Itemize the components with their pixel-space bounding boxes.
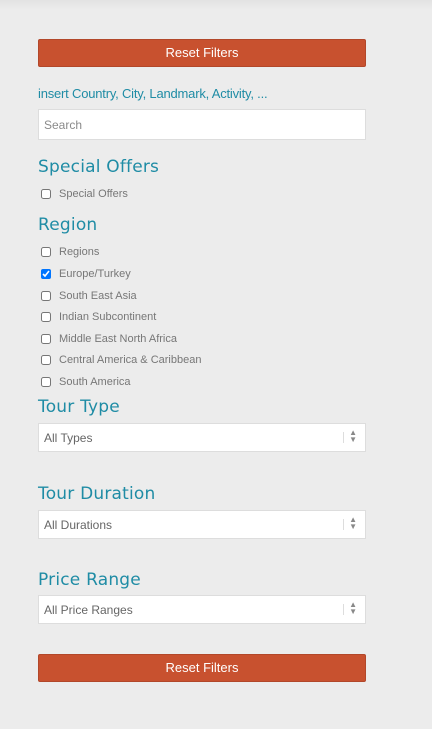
checkbox-central-america-caribbean[interactable]: Central America & Caribbean bbox=[38, 350, 366, 372]
tour-type-title: Tour Type bbox=[38, 396, 120, 417]
checkbox-indian-subcontinent[interactable]: Indian Subcontinent bbox=[38, 306, 366, 328]
special-offers-title: Special Offers bbox=[38, 157, 160, 177]
special-offers-checkbox[interactable] bbox=[41, 188, 51, 199]
select-divider bbox=[343, 603, 344, 615]
checkbox-label: Middle East North Africa bbox=[59, 332, 177, 345]
region-title: Region bbox=[38, 214, 98, 235]
south-east-asia-checkbox[interactable] bbox=[41, 290, 51, 301]
tour-type-value: All Types bbox=[44, 430, 93, 445]
select-arrows-icon: ▲ ▼ bbox=[349, 599, 357, 616]
tour-duration-value: All Durations bbox=[44, 517, 113, 532]
checkbox-label: Central America & Caribbean bbox=[59, 354, 202, 367]
checkbox-south-america[interactable]: South America bbox=[38, 371, 366, 393]
special-offers-list: Special Offers bbox=[38, 183, 366, 205]
indian-subcontinent-checkbox[interactable] bbox=[41, 312, 51, 323]
tour-duration-title: Tour Duration bbox=[38, 483, 156, 504]
tour-duration-select[interactable]: All Durations ▲ ▼ bbox=[38, 509, 366, 539]
checkbox-label: Europe/Turkey bbox=[59, 267, 131, 280]
reset-filters-button-top[interactable]: Reset Filters bbox=[38, 39, 366, 67]
price-range-title: Price Range bbox=[38, 569, 141, 590]
region-list: Regions Europe/Turkey South East Asia In… bbox=[38, 242, 366, 393]
checkbox-middle-east-north-africa[interactable]: Middle East North Africa bbox=[38, 328, 366, 350]
filter-panel: Reset Filters insert Country, City, Land… bbox=[38, 39, 366, 682]
select-arrows-icon: ▲ ▼ bbox=[349, 427, 357, 444]
checkbox-label: Regions bbox=[59, 246, 100, 259]
checkbox-label: South East Asia bbox=[59, 289, 137, 302]
checkbox-label: Special Offers bbox=[59, 187, 128, 200]
south-america-checkbox[interactable] bbox=[41, 376, 51, 387]
checkbox-label: Indian Subcontinent bbox=[59, 311, 157, 324]
select-arrows-icon: ▲ ▼ bbox=[349, 514, 357, 531]
central-america-caribbean-checkbox[interactable] bbox=[41, 355, 51, 366]
checkbox-label: South America bbox=[59, 375, 131, 388]
search-input[interactable] bbox=[38, 109, 366, 140]
regions-checkbox[interactable] bbox=[41, 247, 51, 258]
reset-filters-button-bottom[interactable]: Reset Filters bbox=[38, 653, 366, 682]
top-shadow bbox=[0, 0, 432, 10]
search-hint: insert Country, City, Landmark, Activity… bbox=[38, 86, 268, 101]
checkbox-south-east-asia[interactable]: South East Asia bbox=[38, 285, 366, 307]
price-range-value: All Price Ranges bbox=[44, 602, 133, 617]
middle-east-north-africa-checkbox[interactable] bbox=[41, 333, 51, 344]
checkbox-regions[interactable]: Regions bbox=[38, 242, 366, 264]
europe-turkey-checkbox[interactable] bbox=[41, 268, 51, 279]
price-range-select[interactable]: All Price Ranges ▲ ▼ bbox=[38, 594, 366, 624]
tour-type-select[interactable]: All Types ▲ ▼ bbox=[38, 422, 366, 452]
checkbox-special-offers[interactable]: Special Offers bbox=[38, 183, 366, 205]
checkbox-europe-turkey[interactable]: Europe/Turkey bbox=[38, 263, 366, 285]
select-divider bbox=[343, 431, 344, 443]
select-divider bbox=[343, 518, 344, 530]
